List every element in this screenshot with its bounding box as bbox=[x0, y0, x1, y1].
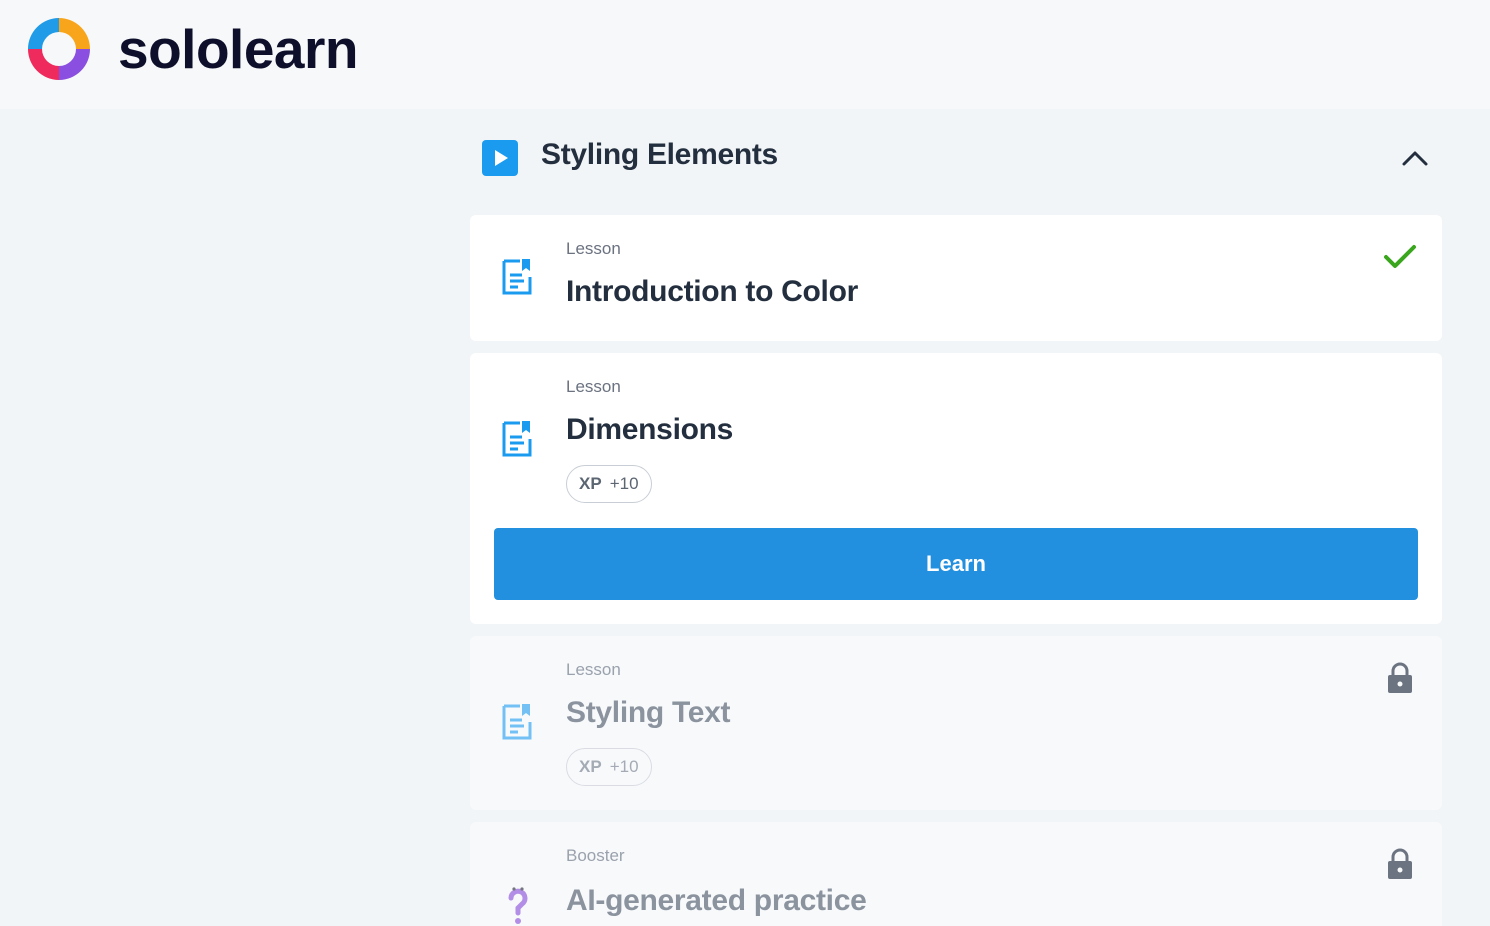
item-type-label: Booster bbox=[566, 846, 625, 865]
top-header: sololearn bbox=[0, 0, 1490, 109]
xp-badge: XP +10 bbox=[566, 748, 652, 786]
item-title: Introduction to Color bbox=[566, 275, 858, 308]
lesson-document-icon bbox=[502, 421, 532, 457]
learn-button[interactable]: Learn bbox=[494, 528, 1418, 600]
sololearn-logo[interactable]: sololearn bbox=[22, 12, 359, 86]
module-section-header[interactable]: Styling Elements bbox=[470, 130, 1442, 186]
xp-label: XP bbox=[579, 474, 602, 493]
chevron-up-icon[interactable] bbox=[1400, 144, 1430, 174]
item-title: Styling Text bbox=[566, 696, 731, 729]
item-type-label: Lesson bbox=[566, 239, 621, 258]
booster-card-ai-generated-practice: Booster AI-generated practice bbox=[470, 822, 1442, 926]
lock-icon bbox=[1388, 662, 1412, 693]
checkmark-icon bbox=[1384, 245, 1416, 268]
sololearn-logo-icon bbox=[28, 18, 90, 80]
lock-icon bbox=[1388, 848, 1412, 879]
brand-name: sololearn bbox=[118, 17, 359, 80]
item-type-label: Lesson bbox=[566, 377, 621, 396]
section-title: Styling Elements bbox=[541, 138, 778, 171]
xp-badge: XP +10 bbox=[566, 465, 652, 503]
lesson-card-styling-text: Lesson Styling Text XP +10 bbox=[470, 636, 1442, 810]
item-title: Dimensions bbox=[566, 413, 734, 446]
xp-value: +10 bbox=[609, 474, 639, 493]
item-type-label: Lesson bbox=[566, 660, 621, 679]
lesson-card-introduction-to-color[interactable]: Lesson Introduction to Color bbox=[470, 215, 1442, 341]
xp-value: +10 bbox=[609, 757, 639, 776]
lesson-document-icon bbox=[502, 704, 532, 740]
xp-label: XP bbox=[579, 757, 602, 776]
lesson-card-dimensions[interactable]: Lesson Dimensions XP +10 Learn bbox=[470, 353, 1442, 624]
lesson-document-icon bbox=[502, 259, 532, 295]
booster-question-icon bbox=[508, 887, 528, 924]
play-icon bbox=[482, 140, 518, 176]
item-title: AI-generated practice bbox=[566, 884, 867, 917]
